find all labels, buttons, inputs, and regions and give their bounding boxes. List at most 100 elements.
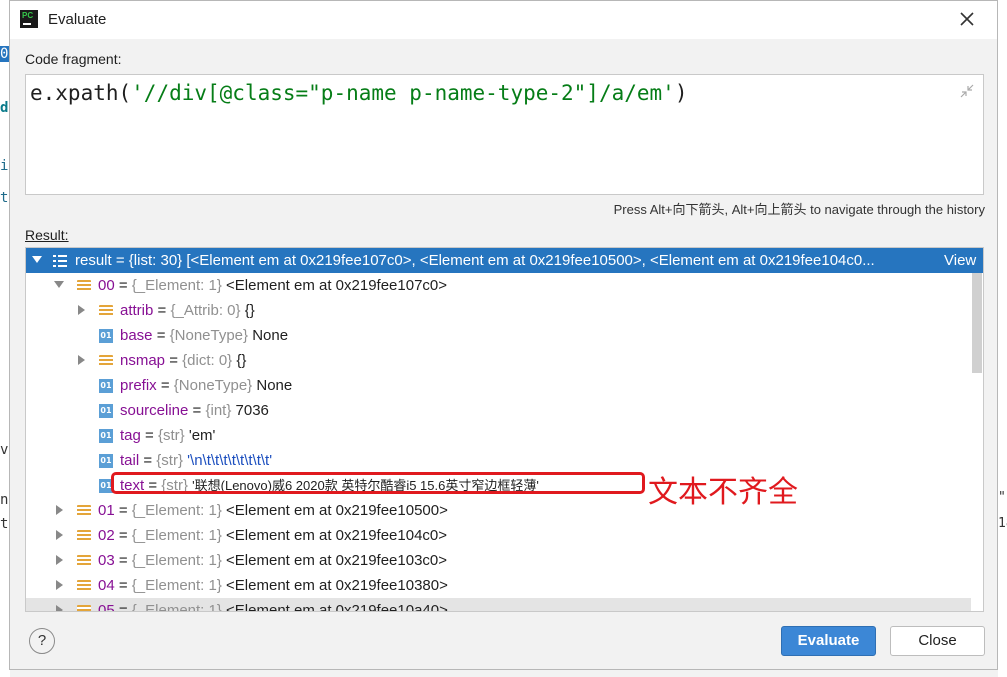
view-link[interactable]: View <box>944 248 976 273</box>
var-type: {_Element: 1} <box>131 502 222 519</box>
expand-arrow-icon[interactable] <box>56 555 63 565</box>
var-value: <Element em at 0x219fee10380> <box>226 577 448 594</box>
object-icon <box>77 505 91 517</box>
expand-arrow-icon[interactable] <box>56 580 63 590</box>
code-fragment-text[interactable]: e.xpath('//div[@class="p-name p-name-typ… <box>30 81 687 105</box>
tree-row-text: tail = {str} '\n\t\t\t\t\t\t\t\t' <box>120 452 273 469</box>
var-name: result <box>75 252 112 269</box>
expand-arrow-icon[interactable] <box>78 355 85 365</box>
var-value: 'em' <box>188 427 216 444</box>
expand-arrow-icon[interactable] <box>56 505 63 515</box>
tree-row-text: attrib = {_Attrib: 0} {} <box>120 302 255 319</box>
tree-row-text: 04 = {_Element: 1} <Element em at 0x219f… <box>98 577 448 594</box>
primitive-icon: 01 <box>99 429 113 443</box>
var-name: tag <box>120 427 141 444</box>
var-value: '\n\t\t\t\t\t\t\t\t' <box>187 452 273 469</box>
var-value: <Element em at 0x219fee107c0> <box>226 277 448 294</box>
tree-row-tail[interactable]: 01 tail = {str} '\n\t\t\t\t\t\t\t\t' <box>26 448 971 473</box>
var-name: nsmap <box>120 352 166 369</box>
tree-row-item[interactable]: 04 = {_Element: 1} <Element em at 0x219f… <box>26 573 971 598</box>
var-type: {_Element: 1} <box>131 527 222 544</box>
background-editor-right: " 18 <box>998 0 1007 677</box>
code-fragment-editor[interactable]: e.xpath('//div[@class="p-name p-name-typ… <box>25 74 984 195</box>
var-type: {str} <box>156 452 183 469</box>
close-icon[interactable] <box>957 9 977 29</box>
object-icon <box>77 280 91 292</box>
var-value: {} <box>244 302 255 319</box>
var-type: {_Attrib: 0} <box>170 302 241 319</box>
var-name: 03 <box>98 552 115 569</box>
list-icon <box>53 255 67 267</box>
var-type: {dict: 0} <box>182 352 233 369</box>
tree-row-text: sourceline = {int} 7036 <box>120 402 269 419</box>
object-icon <box>99 305 113 317</box>
var-name: attrib <box>120 302 154 319</box>
tree-row-item[interactable]: 03 = {_Element: 1} <Element em at 0x219f… <box>26 548 971 573</box>
expand-arrow-icon[interactable] <box>78 305 85 315</box>
evaluate-button[interactable]: Evaluate <box>781 626 876 656</box>
tree-row-item[interactable]: 01 = {_Element: 1} <Element em at 0x219f… <box>26 498 971 523</box>
tree-row-item[interactable]: 02 = {_Element: 1} <Element em at 0x219f… <box>26 523 971 548</box>
tree-row-text: 01 = {_Element: 1} <Element em at 0x219f… <box>98 502 448 519</box>
bg-glyph: d <box>0 100 9 116</box>
object-icon <box>77 555 91 567</box>
bg-glyph: 18 <box>998 516 1007 531</box>
tree-row-tag[interactable]: 01 tag = {str} 'em' <box>26 423 971 448</box>
title-bar: PC Evaluate <box>10 1 997 39</box>
tree-row-sourceline[interactable]: 01 sourceline = {int} 7036 <box>26 398 971 423</box>
tree-row-attrib[interactable]: attrib = {_Attrib: 0} {} <box>26 298 971 323</box>
var-name: 04 <box>98 577 115 594</box>
primitive-icon: 01 <box>99 379 113 393</box>
code-token: ) <box>674 81 688 105</box>
object-icon <box>77 580 91 592</box>
tree-row-prefix[interactable]: 01 prefix = {NoneType} None <box>26 373 971 398</box>
tree-row-text: result = {list: 30} [<Element em at 0x21… <box>75 252 875 269</box>
result-label-text: Result: <box>25 227 69 243</box>
var-value: None <box>256 377 293 394</box>
var-name: 02 <box>98 527 115 544</box>
var-type: {_Element: 1} <box>131 602 222 612</box>
code-token: e.xpath( <box>30 81 132 105</box>
var-name: tail <box>120 452 140 469</box>
var-name: base <box>120 327 153 344</box>
bg-glyph: " <box>998 490 1006 505</box>
tree-row-item[interactable]: 05 = {_Element: 1} <Element em at 0x219f… <box>26 598 971 612</box>
expand-arrow-icon[interactable] <box>56 605 63 611</box>
primitive-icon: 01 <box>99 329 113 343</box>
expand-arrow-icon[interactable] <box>32 256 42 263</box>
var-value: <Element em at 0x219fee10500> <box>226 502 448 519</box>
var-type: {NoneType} <box>169 327 249 344</box>
tree-row-nsmap[interactable]: nsmap = {dict: 0} {} <box>26 348 971 373</box>
collapse-icon[interactable] <box>959 83 975 99</box>
expand-arrow-icon[interactable] <box>56 530 63 540</box>
tree-row-root[interactable]: result = {list: 30} [<Element em at 0x21… <box>26 248 983 273</box>
primitive-icon: 01 <box>99 454 113 468</box>
expand-arrow-icon[interactable] <box>54 281 64 288</box>
close-button[interactable]: Close <box>890 626 985 656</box>
var-type: {int} <box>205 402 232 419</box>
bg-glyph: t <box>0 190 9 206</box>
primitive-icon: 01 <box>99 404 113 418</box>
help-button[interactable]: ? <box>29 628 55 654</box>
tree-row-text: 02 = {_Element: 1} <Element em at 0x219f… <box>98 527 448 544</box>
tree-row-base[interactable]: 01 base = {NoneType} None <box>26 323 971 348</box>
var-type: {_Element: 1} <box>131 577 222 594</box>
tree-row-text: 03 = {_Element: 1} <Element em at 0x219f… <box>98 552 448 569</box>
var-type: {_Element: 1} <box>131 277 222 294</box>
var-value: 7036 <box>235 402 269 419</box>
var-value: {} <box>236 352 247 369</box>
var-type: {str} <box>157 427 185 444</box>
bg-glyph: i <box>0 158 9 174</box>
history-hint: Press Alt+向下箭头, Alt+向上箭头 to navigate thr… <box>613 202 985 217</box>
evaluate-dialog: PC Evaluate Code fragment: e.xpath('//di… <box>9 0 998 670</box>
result-tree[interactable]: result = {list: 30} [<Element em at 0x21… <box>25 247 984 612</box>
object-icon <box>77 530 91 542</box>
tree-row-item-00[interactable]: 00 = {_Element: 1} <Element em at 0x219f… <box>26 273 971 298</box>
pycharm-icon: PC <box>20 10 38 28</box>
var-name: 05 <box>98 602 115 612</box>
annotation-text: 文本不齐全 <box>648 475 798 510</box>
result-label: Result: <box>25 227 69 243</box>
annotation-highlight-box <box>111 472 645 494</box>
var-value: [<Element em at 0x219fee107c0>, <Element… <box>186 252 875 269</box>
tree-scrollbar[interactable] <box>972 273 982 373</box>
